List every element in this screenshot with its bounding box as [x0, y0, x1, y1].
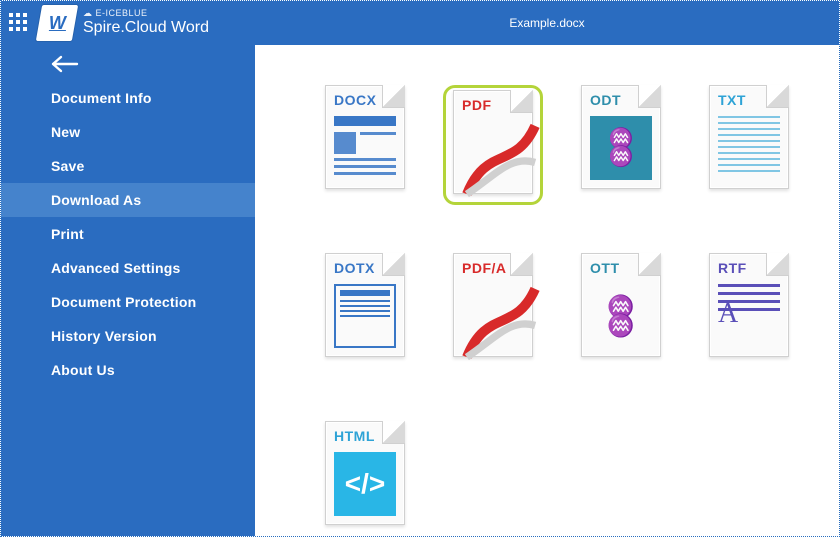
format-label: PDF/A: [462, 260, 507, 276]
file-icon-dotx: DOTX: [325, 253, 405, 357]
format-label: PDF: [462, 97, 492, 113]
sidebar-item-protect[interactable]: Document Protection: [1, 285, 255, 319]
sidebar-topbar: W E-ICEBLUE Spire.Cloud Word: [1, 1, 255, 45]
brand-vendor: E-ICEBLUE: [83, 9, 209, 19]
format-label: RTF: [718, 260, 747, 276]
document-title: Example.docx: [509, 16, 584, 30]
sidebar-item-doc-info[interactable]: Document Info: [1, 81, 255, 115]
brand-block: E-ICEBLUE Spire.Cloud Word: [83, 9, 209, 36]
format-option-txt[interactable]: TXT: [699, 85, 799, 205]
sidebar-item-save[interactable]: Save: [1, 149, 255, 183]
format-label: HTML: [334, 428, 375, 444]
format-label: TXT: [718, 92, 746, 108]
file-icon-ott: OTT♒♒: [581, 253, 661, 357]
file-icon-pdfa: PDF/A: [453, 253, 533, 357]
format-option-docx[interactable]: DOCX: [315, 85, 415, 205]
sidebar-item-about[interactable]: About Us: [1, 353, 255, 387]
format-option-ott[interactable]: OTT♒♒: [571, 253, 671, 373]
format-option-odt[interactable]: ODT♒♒: [571, 85, 671, 205]
back-button[interactable]: [1, 45, 255, 77]
file-icon-docx: DOCX: [325, 85, 405, 189]
format-label: ODT: [590, 92, 621, 108]
sidebar-item-print[interactable]: Print: [1, 217, 255, 251]
app-window: W E-ICEBLUE Spire.Cloud Word Document In…: [0, 0, 840, 537]
format-label: DOCX: [334, 92, 376, 108]
back-arrow-icon: [51, 55, 79, 73]
sidebar-item-new[interactable]: New: [1, 115, 255, 149]
file-icon-odt: ODT♒♒: [581, 85, 661, 189]
sidebar-item-download[interactable]: Download As: [1, 183, 255, 217]
file-icon-html: HTML</>: [325, 421, 405, 525]
main-area: Example.docx DOCX PDF ODT♒♒ TXT DOTX PDF/A OTT…: [255, 1, 839, 536]
format-label: OTT: [590, 260, 620, 276]
format-option-html[interactable]: HTML</>: [315, 421, 415, 536]
app-logo-letter: W: [49, 13, 66, 34]
file-icon-rtf: RTFA: [709, 253, 789, 357]
app-logo: W: [36, 5, 78, 41]
sidebar-menu: Document InfoNewSaveDownload AsPrintAdva…: [1, 81, 255, 387]
format-grid: DOCX PDF ODT♒♒ TXT DOTX PDF/A OTT♒♒ RTFA HTML</>: [255, 45, 839, 536]
format-label: DOTX: [334, 260, 375, 276]
file-menu-sidebar: W E-ICEBLUE Spire.Cloud Word Document In…: [1, 1, 255, 536]
brand-name: Spire.Cloud Word: [83, 19, 209, 37]
apps-grid-icon[interactable]: [9, 13, 29, 33]
format-option-dotx[interactable]: DOTX: [315, 253, 415, 373]
file-icon-txt: TXT: [709, 85, 789, 189]
header-bar: Example.docx: [255, 1, 839, 45]
sidebar-item-history[interactable]: History Version: [1, 319, 255, 353]
format-option-pdf[interactable]: PDF: [443, 85, 543, 205]
format-option-pdfa[interactable]: PDF/A: [443, 253, 543, 373]
file-icon-pdf: PDF: [453, 90, 533, 194]
sidebar-item-advanced[interactable]: Advanced Settings: [1, 251, 255, 285]
format-option-rtf[interactable]: RTFA: [699, 253, 799, 373]
